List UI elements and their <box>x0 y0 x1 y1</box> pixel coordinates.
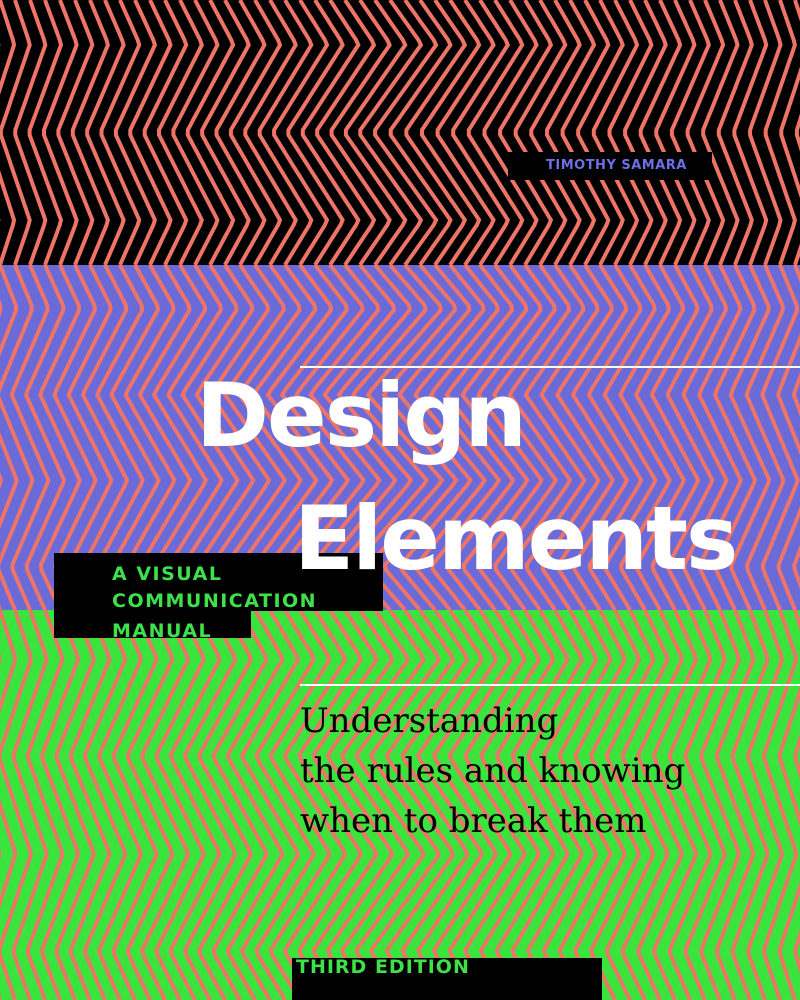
stripe-pattern-top <box>0 0 800 265</box>
subtitle-line-1: Understanding <box>300 701 559 741</box>
series-label-line-1: A VISUAL <box>112 563 223 585</box>
title-line-1: Design <box>196 364 527 467</box>
subtitle-line-2: the rules and knowing <box>300 751 686 791</box>
series-label-line-3: MANUAL <box>112 620 213 642</box>
book-cover: TIMOTHY SAMARA Design A VISUAL COMMUNICA… <box>0 0 800 1000</box>
subtitle-line-3: when to break them <box>300 801 647 841</box>
title-line-2: Elements <box>294 487 738 590</box>
series-label-line-2: COMMUNICATION <box>112 590 318 612</box>
author-name: TIMOTHY SAMARA <box>508 152 712 180</box>
black-striped-band <box>0 0 800 265</box>
title-rule-bottom <box>300 684 800 686</box>
edition-label: THIRD EDITION <box>296 956 470 978</box>
